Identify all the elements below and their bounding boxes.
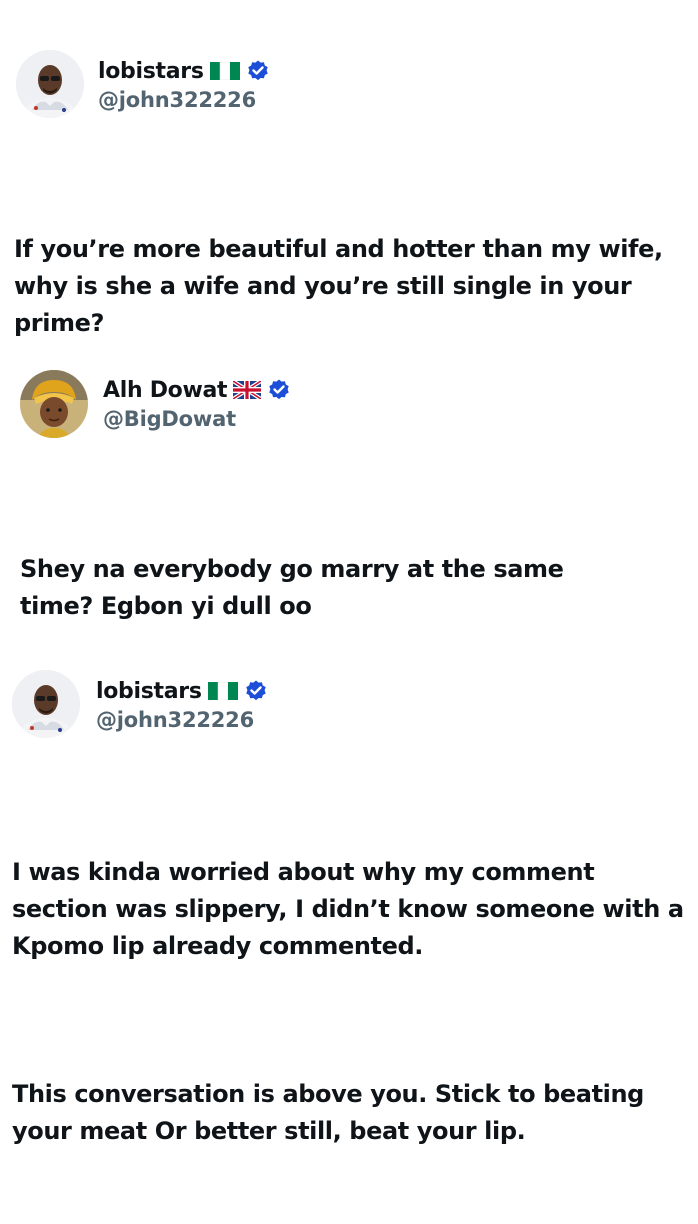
- handle[interactable]: @BigDowat: [103, 407, 291, 431]
- handle[interactable]: @john322226: [96, 708, 268, 732]
- tweet-paragraph: This conversation is above you. Stick to…: [12, 1080, 652, 1145]
- verified-badge-icon: [267, 378, 291, 402]
- avatar[interactable]: [12, 670, 80, 738]
- nigeria-flag-icon: [207, 682, 238, 700]
- uk-flag-icon: [233, 381, 262, 399]
- verified-badge-icon: [244, 679, 268, 703]
- tweet-card: lobistars @john322226 I was kinda worrie…: [0, 640, 698, 1145]
- avatar-man-icon: [16, 50, 84, 118]
- handle[interactable]: @john322226: [98, 88, 270, 112]
- tweet-paragraph: I was kinda worried about why my comment…: [12, 858, 692, 960]
- avatar-man-icon: [12, 670, 80, 738]
- tweet-identity: lobistars @john322226: [96, 677, 268, 732]
- avatar-child-icon: [20, 370, 88, 438]
- display-name[interactable]: lobistars: [98, 59, 204, 84]
- tweet-card: lobistars @john322226 If you’re more bea…: [0, 0, 698, 337]
- nigeria-flag-icon: [209, 62, 240, 80]
- tweet-paragraph: Shey na everybody go marry at the same t…: [20, 555, 572, 620]
- avatar[interactable]: [16, 50, 84, 118]
- tweet-text: I was kinda worried about why my comment…: [12, 780, 684, 1224]
- tweet-identity: Alh Dowat @BigDowat: [103, 376, 291, 431]
- tweet-identity: lobistars @john322226: [98, 57, 270, 112]
- tweet-card: Alh Dowat @BigDowat Shey na everybody go: [0, 310, 698, 640]
- display-name[interactable]: Alh Dowat: [103, 378, 228, 403]
- avatar[interactable]: [20, 370, 88, 438]
- display-name[interactable]: lobistars: [96, 679, 202, 704]
- verified-badge-icon: [246, 59, 270, 83]
